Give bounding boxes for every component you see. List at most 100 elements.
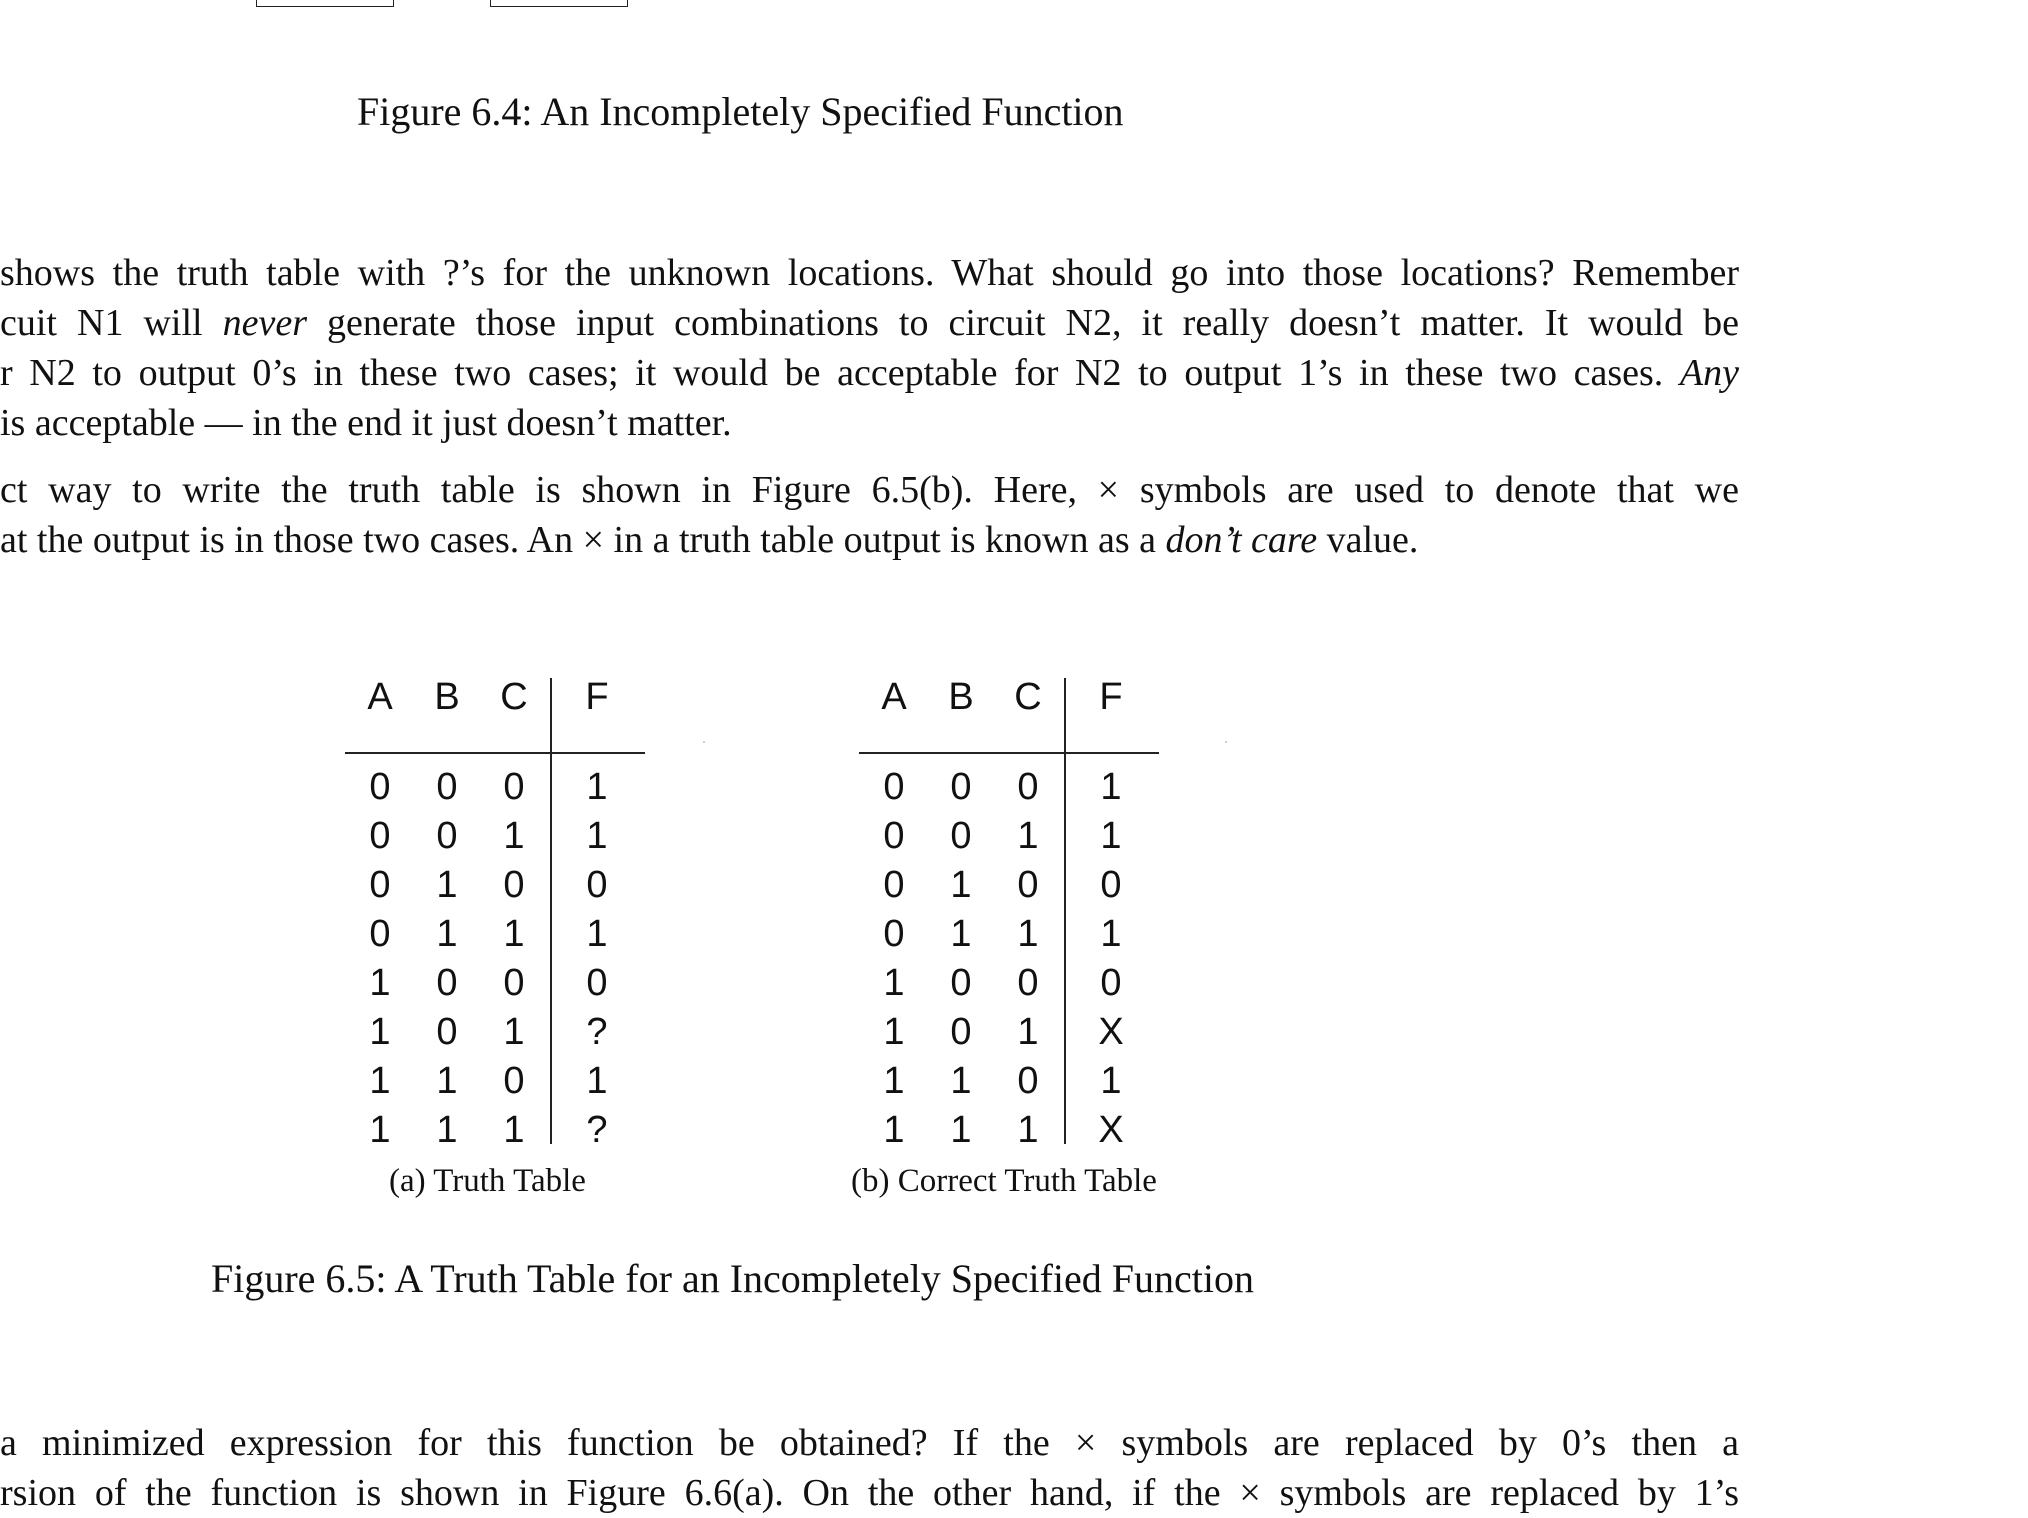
- truth-table-a-header-f: F: [585, 676, 609, 718]
- truth-table-a-cell: 0: [436, 766, 458, 808]
- paragraph-3-line-2: rsion of the function is shown in Figure…: [0, 1472, 1739, 1514]
- truth-table-a: A B C F 0 0 0 1 0 0 1 1 0 1 0 0 0 1 1 1 …: [345, 676, 645, 1151]
- truth-table-b-output-cell: X: [1098, 1109, 1124, 1151]
- truth-table-a-cell: 1: [503, 1109, 525, 1151]
- truth-table-b-cell: 0: [1017, 766, 1039, 808]
- truth-table-a-output-cell: 1: [586, 1060, 608, 1102]
- truth-table-b-cell: 1: [883, 1060, 905, 1102]
- truth-table-b-cell: 1: [1017, 1109, 1039, 1151]
- paragraph-2: ct way to write the truth table is shown…: [0, 465, 1739, 565]
- paragraph-1-line-1: shows the truth table with ?’s for the u…: [0, 252, 1739, 294]
- paragraph-1-line-2-start: cuit N1 will: [0, 302, 223, 344]
- truth-table-b-cell: 0: [1017, 1060, 1039, 1102]
- truth-table-a-header-rule: [345, 752, 645, 754]
- paragraph-2-emphasis-dont-care: don’t care: [1165, 519, 1318, 561]
- truth-table-a-cell: 1: [369, 1060, 391, 1102]
- truth-table-b-cell: 0: [883, 815, 905, 857]
- truth-table-b-cell: 1: [950, 1060, 972, 1102]
- truth-table-a-cell: 1: [369, 962, 391, 1004]
- truth-table-b-output-divider: [1064, 678, 1066, 1144]
- truth-table-a-output-divider: [550, 678, 552, 1144]
- truth-table-b-cell: 1: [1017, 1011, 1039, 1053]
- stray-dot-a: [703, 741, 705, 743]
- truth-table-a-output-cell: 1: [586, 766, 608, 808]
- truth-table-a-cell: 1: [369, 1109, 391, 1151]
- truth-table-a-cell: 1: [503, 1011, 525, 1053]
- truth-table-b-cell: 0: [1017, 864, 1039, 906]
- truth-table-a-cell: 1: [436, 1109, 458, 1151]
- paragraph-2-line-2-start: at the output is in those two cases. An …: [0, 519, 1166, 561]
- truth-table-b-cell: 1: [883, 1011, 905, 1053]
- truth-table-b-header-a: A: [881, 676, 907, 718]
- truth-table-a-cell: 0: [436, 962, 458, 1004]
- paragraph-2-line-2: at the output is in those two cases. An …: [0, 515, 1739, 565]
- stray-dot-b: [1225, 741, 1227, 743]
- truth-table-a-cell: 0: [436, 1011, 458, 1053]
- paragraph-2-line-2-end: value.: [1317, 519, 1419, 561]
- truth-table-b-cell: 1: [950, 864, 972, 906]
- truth-table-b-output-cell: 1: [1100, 766, 1122, 808]
- truth-table-a-cell: 0: [369, 864, 391, 906]
- truth-table-b-cell: 1: [1017, 815, 1039, 857]
- truth-table-b-cell: 1: [883, 1109, 905, 1151]
- paragraph-1-emphasis-any: Any: [1679, 352, 1739, 394]
- paragraph-1: shows the truth table with ?’s for the u…: [0, 248, 1739, 448]
- truth-table-b-output-cell: 0: [1100, 864, 1122, 906]
- truth-table-b-cell: 0: [950, 766, 972, 808]
- truth-table-b-output-cell: 0: [1100, 962, 1122, 1004]
- previous-figure-box-right: [490, 0, 628, 7]
- truth-table-b-output-cell: 1: [1100, 815, 1122, 857]
- paragraph-1-line-4: is acceptable — in the end it just doesn…: [0, 402, 732, 444]
- truth-table-b-cell: 0: [950, 815, 972, 857]
- truth-table-a-cell: 1: [503, 815, 525, 857]
- truth-table-b-cell: 0: [883, 913, 905, 955]
- paragraph-3: a minimized expression for this function…: [0, 1418, 1739, 1518]
- paragraph-2-line-1: ct way to write the truth table is shown…: [0, 469, 1739, 511]
- previous-figure-box-left: [256, 0, 394, 7]
- truth-table-b: A B C F 0 0 0 1 0 0 1 1 0 1 0 0 0 1 1 1 …: [859, 676, 1159, 1151]
- truth-table-a-cell: 1: [436, 864, 458, 906]
- truth-table-a-cell: 0: [503, 962, 525, 1004]
- truth-table-b-cell: 0: [883, 766, 905, 808]
- paragraph-1-line-3: r N2 to output 0’s in these two cases; i…: [0, 348, 1739, 398]
- truth-table-a-caption: (a) Truth Table: [389, 1163, 586, 1199]
- truth-table-a-cell: 1: [369, 1011, 391, 1053]
- truth-table-b-cell: 1: [1017, 913, 1039, 955]
- truth-table-a-cell: 0: [503, 1060, 525, 1102]
- truth-table-a-header-c: C: [500, 676, 528, 718]
- truth-table-a-cell: 0: [436, 815, 458, 857]
- paragraph-1-emphasis-never: never: [222, 302, 308, 344]
- truth-table-b-cell: 0: [950, 962, 972, 1004]
- truth-table-b-header-c: C: [1014, 676, 1042, 718]
- truth-table-b-cell: 1: [883, 962, 905, 1004]
- paragraph-3-line-1: a minimized expression for this function…: [0, 1422, 1739, 1464]
- truth-table-a-output-cell: ?: [586, 1011, 608, 1053]
- truth-table-b-cell: 1: [950, 1109, 972, 1151]
- truth-table-a-header-a: A: [367, 676, 393, 718]
- truth-table-b-header-rule: [859, 752, 1159, 754]
- truth-table-a-cell: 1: [503, 913, 525, 955]
- truth-table-a-cell: 0: [369, 913, 391, 955]
- truth-table-b-cell: 0: [1017, 962, 1039, 1004]
- truth-table-a-output-cell: ?: [586, 1109, 608, 1151]
- paragraph-1-line-2: cuit N1 will never generate those input …: [0, 298, 1739, 348]
- truth-table-a-output-cell: 1: [586, 913, 608, 955]
- truth-table-b-cell: 0: [950, 1011, 972, 1053]
- truth-table-a-cell: 1: [436, 913, 458, 955]
- truth-table-a-header-b: B: [434, 676, 460, 718]
- truth-table-b-cell: 0: [883, 864, 905, 906]
- truth-table-b-cell: 1: [950, 913, 972, 955]
- truth-table-a-output-cell: 0: [586, 962, 608, 1004]
- truth-table-b-output-cell: X: [1098, 1011, 1124, 1053]
- truth-table-a-cell: 0: [369, 815, 391, 857]
- truth-table-a-cell: 0: [369, 766, 391, 808]
- truth-table-a-output-cell: 0: [586, 864, 608, 906]
- figure-6-5-caption: Figure 6.5: A Truth Table for an Incompl…: [211, 1256, 1255, 1301]
- truth-table-b-header-b: B: [948, 676, 974, 718]
- truth-table-a-output-cell: 1: [586, 815, 608, 857]
- truth-table-a-cell: 0: [503, 864, 525, 906]
- truth-table-b-output-cell: 1: [1100, 913, 1122, 955]
- truth-table-b-output-cell: 1: [1100, 1060, 1122, 1102]
- truth-table-a-cell: 1: [436, 1060, 458, 1102]
- figure-6-4-caption: Figure 6.4: An Incompletely Specified Fu…: [357, 89, 1124, 134]
